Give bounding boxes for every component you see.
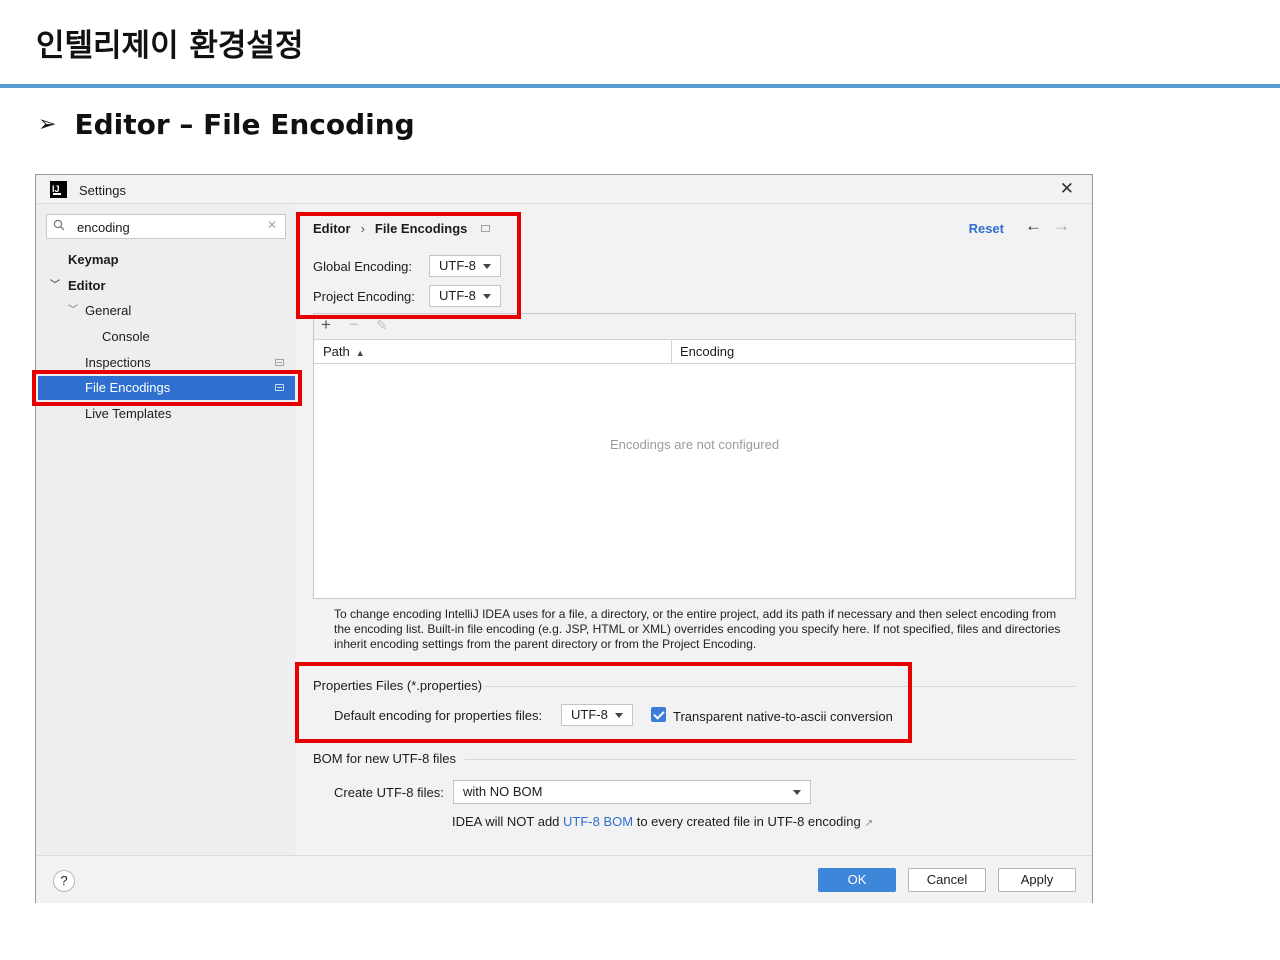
sidebar-item-label: Editor xyxy=(68,278,106,293)
dialog-footer: ? OK Cancel Apply xyxy=(36,855,1092,903)
dropdown-caret-icon xyxy=(793,790,801,795)
bullet-arrow-icon: ➢ xyxy=(38,112,57,137)
properties-encoding-dropdown[interactable]: UTF-8 xyxy=(561,704,633,726)
settings-content: Editor › File Encodings Reset ← → Global… xyxy=(295,204,1092,855)
sidebar-item-general[interactable]: ﹀ General xyxy=(68,299,268,323)
breadcrumb: Editor › File Encodings xyxy=(313,221,491,236)
project-encoding-value: UTF-8 xyxy=(439,288,476,303)
chevron-down-icon[interactable]: ﹀ xyxy=(68,299,78,323)
apply-button[interactable]: Apply xyxy=(998,868,1076,892)
group-separator xyxy=(485,686,1076,687)
help-description: To change encoding IntelliJ IDEA uses fo… xyxy=(334,607,1061,651)
intellij-logo-icon: IJ xyxy=(50,181,67,198)
bom-note-suffix: to every created file in UTF-8 encoding xyxy=(633,814,861,829)
project-encoding-dropdown[interactable]: UTF-8 xyxy=(429,285,501,307)
column-divider[interactable] xyxy=(671,340,672,364)
reset-link[interactable]: Reset xyxy=(969,221,1004,236)
window-title: Settings xyxy=(79,183,126,198)
path-encoding-table: + − ✎ Path ▲ Encoding Encodings are not c… xyxy=(313,313,1076,599)
create-utf8-dropdown[interactable]: with NO BOM xyxy=(453,780,811,804)
section-heading: ➢ Editor – File Encoding xyxy=(38,108,415,141)
sidebar-item-editor[interactable]: ﹀ Editor xyxy=(50,274,250,298)
bom-note-prefix: IDEA will NOT add xyxy=(452,814,564,829)
help-icon[interactable]: ? xyxy=(53,870,75,892)
bom-group-title: BOM for new UTF-8 files xyxy=(313,751,457,766)
edit-icon[interactable]: ✎ xyxy=(376,317,388,334)
project-encoding-label: Project Encoding: xyxy=(313,289,415,304)
settings-sidebar: ✕ Keymap ﹀ Editor ﹀ General Console Insp… xyxy=(36,204,295,855)
column-header-path[interactable]: Path ▲ xyxy=(323,344,365,359)
remove-icon[interactable]: − xyxy=(349,315,359,335)
project-scope-icon xyxy=(481,225,491,232)
project-scope-icon xyxy=(275,359,284,366)
search-icon xyxy=(53,219,65,231)
breadcrumb-current: File Encodings xyxy=(374,221,468,236)
breadcrumb-separator-icon: › xyxy=(360,221,365,236)
clear-search-icon[interactable]: ✕ xyxy=(267,218,277,232)
native-to-ascii-checkbox[interactable] xyxy=(651,707,666,722)
sidebar-item-console[interactable]: Console xyxy=(102,325,150,349)
slide-title: 인텔리제이 환경설정 xyxy=(36,28,304,64)
dropdown-caret-icon xyxy=(483,264,491,269)
column-header-label: Path xyxy=(323,344,350,359)
sidebar-item-file-encodings[interactable]: File Encodings xyxy=(38,376,295,400)
create-utf8-value: with NO BOM xyxy=(463,784,543,799)
settings-window: IJ Settings ✕ ✕ Keymap ﹀ Editor ﹀ Genera… xyxy=(35,174,1093,903)
global-encoding-label: Global Encoding: xyxy=(313,259,413,274)
ok-button[interactable]: OK xyxy=(818,868,896,892)
create-utf8-label: Create UTF-8 files: xyxy=(334,785,444,800)
sidebar-item-inspections[interactable]: Inspections xyxy=(85,351,295,375)
properties-default-label: Default encoding for properties files: xyxy=(334,708,543,723)
bom-note: IDEA will NOT add UTF-8 BOM to every cre… xyxy=(452,814,873,829)
back-arrow-icon[interactable]: ← xyxy=(1025,216,1042,236)
properties-group-title: Properties Files (*.properties) xyxy=(313,678,483,693)
sidebar-item-label: Keymap xyxy=(68,252,119,267)
dropdown-caret-icon xyxy=(483,294,491,299)
section-heading-text: Editor – File Encoding xyxy=(74,108,415,141)
utf8-bom-link[interactable]: UTF-8 BOM xyxy=(563,814,633,829)
breadcrumb-parent[interactable]: Editor xyxy=(313,221,351,236)
title-divider xyxy=(0,84,1280,88)
external-link-icon: ↗ xyxy=(864,818,874,829)
search-field[interactable]: ✕ xyxy=(46,214,286,239)
table-empty-text: Encodings are not configured xyxy=(609,437,780,452)
dropdown-caret-icon xyxy=(615,713,623,718)
sidebar-item-label: Console xyxy=(102,329,150,344)
sidebar-item-keymap[interactable]: Keymap xyxy=(68,248,119,272)
forward-arrow-icon[interactable]: → xyxy=(1053,216,1070,236)
cancel-button[interactable]: Cancel xyxy=(908,868,986,892)
chevron-down-icon[interactable]: ﹀ xyxy=(50,274,60,298)
add-icon[interactable]: + xyxy=(321,315,331,335)
close-icon[interactable]: ✕ xyxy=(1060,179,1074,199)
sidebar-item-label: Inspections xyxy=(85,355,151,370)
sidebar-item-label: File Encodings xyxy=(85,380,171,395)
table-toolbar: + − ✎ xyxy=(314,314,1075,340)
sidebar-item-label: Live Templates xyxy=(85,406,172,421)
window-titlebar: IJ Settings ✕ xyxy=(36,175,1092,204)
sidebar-item-label: General xyxy=(85,303,132,318)
group-separator xyxy=(465,759,1076,760)
search-input[interactable] xyxy=(77,218,257,236)
sort-ascending-icon: ▲ xyxy=(355,348,365,358)
project-scope-icon xyxy=(275,384,284,391)
sidebar-item-live-templates[interactable]: Live Templates xyxy=(85,402,171,426)
table-header: Path ▲ Encoding xyxy=(314,340,1075,364)
native-to-ascii-label[interactable]: Transparent native-to-ascii conversion xyxy=(673,709,893,724)
properties-encoding-value: UTF-8 xyxy=(571,707,608,722)
global-encoding-value: UTF-8 xyxy=(439,258,476,273)
global-encoding-dropdown[interactable]: UTF-8 xyxy=(429,255,501,277)
column-header-encoding[interactable]: Encoding xyxy=(680,344,734,359)
